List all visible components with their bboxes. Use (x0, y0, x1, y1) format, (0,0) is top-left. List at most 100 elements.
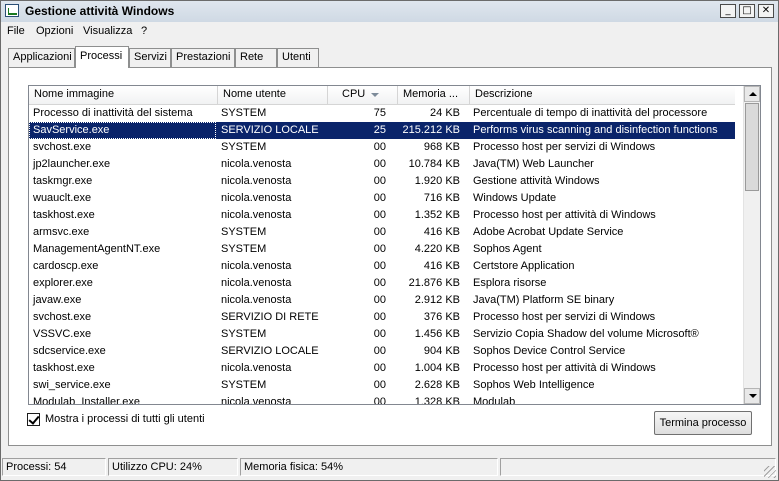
table-row[interactable]: ManagementAgentNT.exe SYSTEM 00 4.220 KB Sop… (29, 241, 735, 258)
process-image-name: jp2launcher.exe (33, 158, 111, 170)
tab-processi[interactable]: Processi (75, 46, 129, 68)
table-row[interactable]: swi_service.exe SYSTEM 00 2.628 KB Sophos We… (29, 377, 735, 394)
process-memory: 21.876 KB (408, 277, 460, 289)
process-memory: 1.352 KB (414, 209, 460, 221)
process-user: nicola.venosta (221, 294, 292, 306)
process-memory: 416 KB (423, 260, 460, 272)
table-row[interactable]: armsvc.exe SYSTEM 00 416 KB Adobe Acrobat Up… (29, 224, 735, 241)
process-image-name: SavService.exe (29, 122, 216, 139)
process-image-name: Modulab_Installer.exe (33, 396, 141, 405)
process-cpu: 00 (373, 345, 386, 357)
process-memory: 2.912 KB (414, 294, 460, 306)
table-row[interactable]: SavService.exe SERVIZIO LOCALE 25 215.212 K… (29, 122, 735, 139)
vertical-scrollbar[interactable] (743, 86, 760, 404)
process-image-name: VSSVC.exe (33, 328, 92, 340)
table-row[interactable]: taskmgr.exe nicola.venosta 00 1.920 KB Gesti… (29, 173, 735, 190)
status-physical-memory: Memoria fisica: 54% (240, 458, 498, 476)
process-user: SERVIZIO LOCALE (221, 345, 319, 357)
process-description: Esplora risorse (473, 277, 547, 289)
scroll-thumb[interactable] (745, 103, 759, 191)
menu-options[interactable]: Opzioni (36, 25, 73, 37)
table-row[interactable]: taskhost.exe nicola.venosta 00 1.004 KB Proc… (29, 360, 735, 377)
process-memory: 968 KB (423, 141, 460, 153)
table-row[interactable]: Modulab_Installer.exe nicola.venosta 00 1.3… (29, 394, 735, 405)
process-memory: 1.328 KB (414, 396, 460, 405)
process-memory: 10.784 KB (408, 158, 460, 170)
maximize-button[interactable]: □ (739, 4, 755, 18)
process-image-name: svchost.exe (33, 311, 92, 323)
table-row[interactable]: sdcservice.exe SERVIZIO LOCALE 00 904 KB Sop… (29, 343, 735, 360)
process-description: Certstore Application (473, 260, 575, 272)
task-manager-window: Gestione attività Windows _ □ ✕ File Opz… (0, 0, 779, 481)
processes-panel: Nome immagine Nome utente CPU Memoria ..… (8, 67, 772, 446)
end-process-button[interactable]: Termina processo (654, 411, 752, 435)
column-header-cpu[interactable]: CPU (328, 86, 398, 104)
menu-file[interactable]: File (7, 25, 25, 37)
title-bar[interactable]: Gestione attività Windows _ □ ✕ (1, 1, 778, 23)
tab-utenti[interactable]: Utenti (277, 48, 319, 67)
process-list[interactable]: Nome immagine Nome utente CPU Memoria ..… (28, 85, 761, 405)
process-image-name: taskhost.exe (33, 209, 95, 221)
process-image-name: cardoscp.exe (33, 260, 99, 272)
process-cpu: 00 (373, 158, 386, 170)
tab-prestazioni[interactable]: Prestazioni (171, 48, 235, 67)
process-cpu: 75 (373, 107, 386, 119)
process-user: nicola.venosta (221, 362, 292, 374)
tab-applicazioni[interactable]: Applicazioni (8, 48, 75, 67)
table-row[interactable]: taskhost.exe nicola.venosta 00 1.352 KB Proc… (29, 207, 735, 224)
process-cpu: 00 (373, 328, 386, 340)
table-row[interactable]: VSSVC.exe SYSTEM 00 1.456 KB Servizio Copia … (29, 326, 735, 343)
process-user: SERVIZIO DI RETE (221, 311, 319, 323)
status-processes: Processi: 54 (2, 458, 106, 476)
table-row[interactable]: svchost.exe SYSTEM 00 968 KB Processo host p… (29, 139, 735, 156)
process-description: Gestione attività Windows (473, 175, 600, 187)
column-header-user[interactable]: Nome utente (218, 86, 328, 104)
tab-rete[interactable]: Rete (235, 48, 277, 67)
show-all-users-checkbox[interactable] (27, 413, 40, 426)
sort-descending-icon (371, 93, 379, 97)
process-user: nicola.venosta (221, 175, 292, 187)
process-cpu: 00 (373, 141, 386, 153)
process-user: nicola.venosta (221, 277, 292, 289)
process-memory: 4.220 KB (414, 243, 460, 255)
table-row[interactable]: javaw.exe nicola.venosta 00 2.912 KB Java(TM… (29, 292, 735, 309)
window-title: Gestione attività Windows (25, 4, 175, 18)
scroll-down-button[interactable] (744, 388, 760, 404)
process-user: SYSTEM (221, 141, 267, 153)
table-row[interactable]: cardoscp.exe nicola.venosta 00 416 KB Certst… (29, 258, 735, 275)
resize-grip-icon[interactable] (764, 466, 776, 478)
process-image-name: javaw.exe (33, 294, 82, 306)
process-image-name: taskhost.exe (33, 362, 95, 374)
menu-help[interactable]: ? (141, 25, 147, 37)
column-header-cpu-label: CPU (342, 88, 366, 100)
tab-servizi[interactable]: Servizi (129, 48, 171, 67)
table-row[interactable]: jp2launcher.exe nicola.venosta 00 10.784 KB… (29, 156, 735, 173)
process-description: Processo host per attività di Windows (473, 209, 656, 221)
show-all-users-label[interactable]: Mostra i processi di tutti gli utenti (45, 413, 205, 425)
table-row[interactable]: Processo di inattività del sistema SYSTEM… (29, 105, 735, 122)
process-memory: 1.456 KB (414, 328, 460, 340)
process-cpu: 25 (373, 124, 386, 136)
process-memory: 24 KB (430, 107, 460, 119)
process-user: SYSTEM (221, 328, 267, 340)
process-memory: 1.004 KB (414, 362, 460, 374)
process-cpu: 00 (373, 209, 386, 221)
process-cpu: 00 (373, 362, 386, 374)
process-user: SYSTEM (221, 379, 267, 391)
process-user: nicola.venosta (221, 396, 292, 405)
process-description: Percentuale di tempo di inattività del p… (473, 107, 708, 119)
column-header-image[interactable]: Nome immagine (29, 86, 218, 104)
column-header-description[interactable]: Descrizione (470, 86, 735, 104)
table-row[interactable]: explorer.exe nicola.venosta 00 21.876 KB Esp… (29, 275, 735, 292)
column-header-memory[interactable]: Memoria ... (398, 86, 470, 104)
table-row[interactable]: wuauclt.exe nicola.venosta 00 716 KB Windows… (29, 190, 735, 207)
process-cpu: 00 (373, 175, 386, 187)
scroll-up-button[interactable] (744, 86, 760, 102)
minimize-button[interactable]: _ (720, 4, 736, 18)
menu-view[interactable]: Visualizza (83, 25, 132, 37)
process-memory: 376 KB (423, 311, 460, 323)
close-button[interactable]: ✕ (758, 4, 774, 18)
process-list-header: Nome immagine Nome utente CPU Memoria ..… (29, 86, 735, 105)
table-row[interactable]: svchost.exe SERVIZIO DI RETE 00 376 KB Proce… (29, 309, 735, 326)
process-user: nicola.venosta (221, 260, 292, 272)
